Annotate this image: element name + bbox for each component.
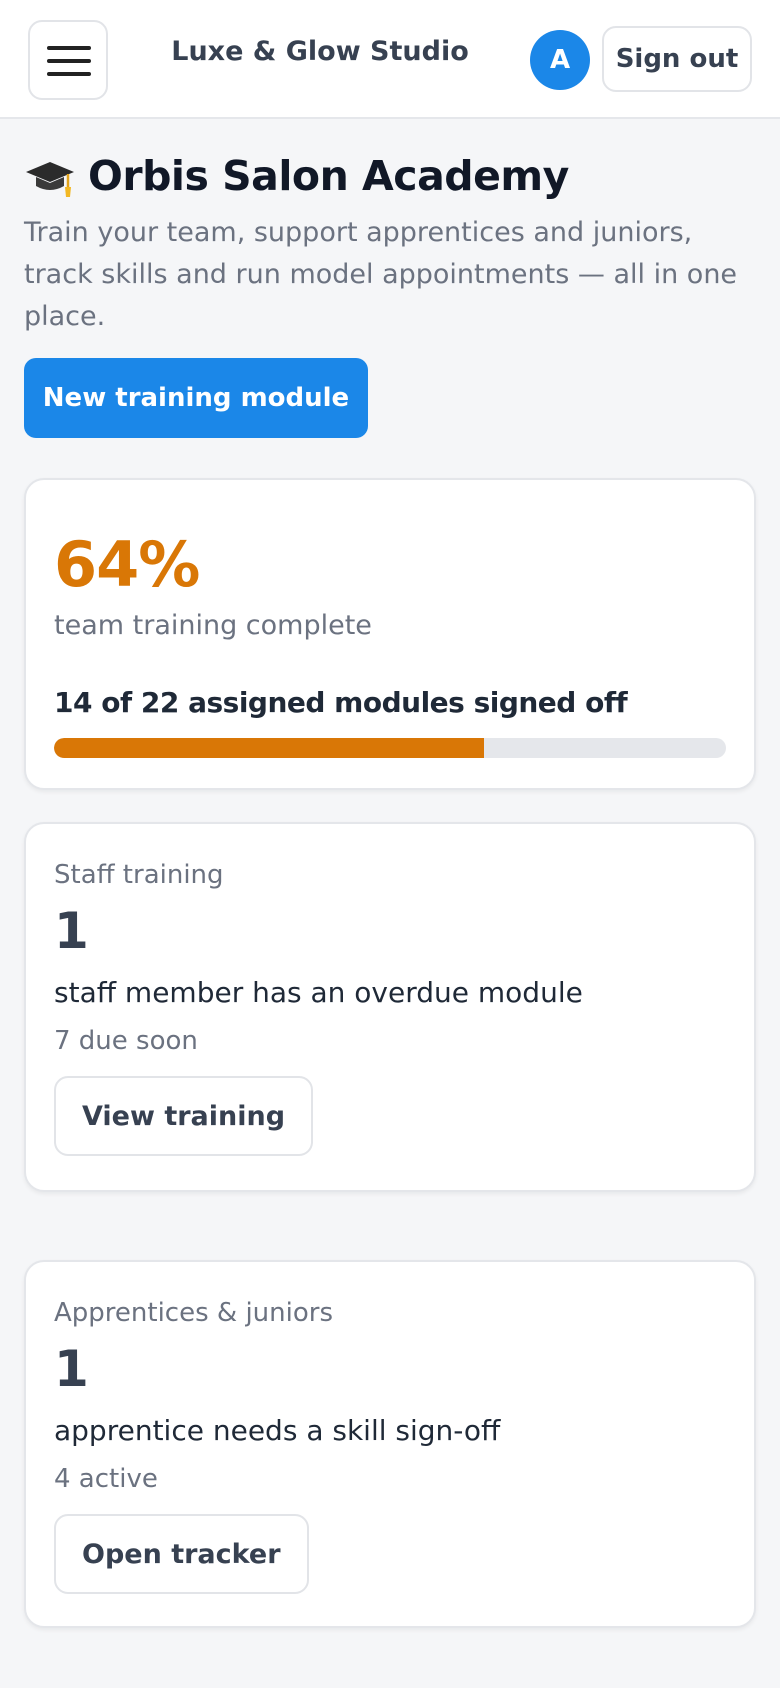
- modules-signed-off-text: 14 of 22 assigned modules signed off: [54, 686, 628, 719]
- page-title: Orbis Salon Academy: [88, 152, 569, 200]
- progress-bar: [54, 738, 726, 758]
- apprentices-kicker: Apprentices & juniors: [54, 1298, 333, 1328]
- view-training-button[interactable]: View training: [54, 1076, 314, 1156]
- staff-training-card: Staff training 1 staff member has an ove…: [24, 822, 756, 1192]
- staff-due-soon: 7 due soon: [54, 1026, 198, 1056]
- avatar[interactable]: A: [530, 30, 590, 90]
- staff-overdue-description: staff member has an overdue module: [54, 976, 583, 1009]
- apprentice-signoff-description: apprentice needs a skill sign-off: [54, 1414, 501, 1447]
- menu-button[interactable]: [28, 20, 108, 100]
- apprentices-active: 4 active: [54, 1464, 158, 1494]
- brand-name: Luxe & Glow Studio: [171, 36, 469, 67]
- apprentice-signoff-count: 1: [54, 1340, 89, 1398]
- page-title-row: Orbis Salon Academy: [24, 150, 569, 202]
- completion-label: team training complete: [54, 610, 372, 641]
- open-tracker-button[interactable]: Open tracker: [54, 1514, 309, 1594]
- training-progress-card: 64% team training complete 14 of 22 assi…: [24, 478, 756, 790]
- sign-out-button[interactable]: Sign out: [602, 26, 752, 92]
- page-subtitle: Train your team, support apprentices and…: [24, 217, 738, 332]
- top-bar: Luxe & Glow Studio A Sign out: [0, 0, 780, 119]
- graduation-cap-icon: [26, 162, 74, 197]
- apprentices-card: Apprentices & juniors 1 apprentice needs…: [24, 1260, 756, 1628]
- completion-percent: 64%: [54, 528, 200, 601]
- staff-training-kicker: Staff training: [54, 860, 224, 890]
- staff-overdue-count: 1: [54, 902, 89, 960]
- progress-bar-fill: [54, 738, 485, 758]
- new-training-module-button[interactable]: New training module: [24, 358, 368, 438]
